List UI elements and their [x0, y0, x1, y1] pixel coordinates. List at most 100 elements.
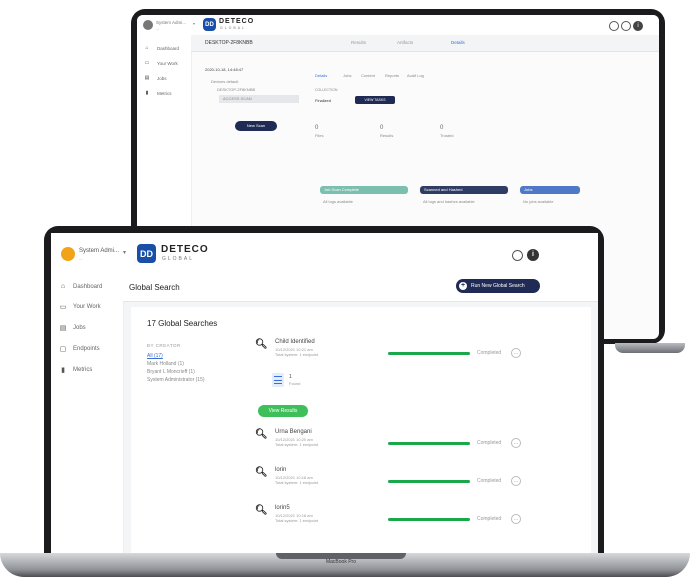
filter-heading: BY CREATOR: [147, 343, 181, 348]
back-sidebar-item-your-work[interactable]: ▭ Your Work: [143, 60, 178, 66]
filter-creator[interactable]: Mark Holland (1): [147, 361, 184, 367]
sidebar-label: Endpoints: [73, 346, 100, 352]
logo-mark: DD: [137, 244, 156, 263]
sidebar-label: Your Work: [157, 60, 178, 66]
logo-text: DETECO: [219, 18, 255, 25]
more-options-button[interactable]: …: [511, 514, 521, 524]
search-icon: 🔍︎: [255, 339, 268, 350]
run-new-global-search-button[interactable]: + Run New Global Search: [456, 279, 540, 293]
progress-bar: [388, 352, 470, 355]
tab-results[interactable]: Results: [351, 40, 366, 45]
filter-creator[interactable]: System Administrator (15): [147, 377, 205, 383]
subtab-jobs[interactable]: Jobs: [343, 73, 351, 78]
search-icon: 🔍︎: [255, 467, 268, 478]
result-summary: Total system: 1 endpoint: [275, 352, 319, 357]
user-name[interactable]: System Admi...: [79, 248, 119, 254]
back-sidebar-item-metrics[interactable]: ▮ Metrics: [143, 90, 172, 96]
tree-item[interactable]: Devices default: [211, 79, 238, 84]
filter-creator[interactable]: Bryant L Moncrieff (1): [147, 369, 195, 375]
sidebar-item-your-work[interactable]: ▭ Your Work: [59, 303, 101, 311]
tab-artifacts[interactable]: Artifacts: [397, 40, 413, 45]
sidebar-label: Metrics: [157, 90, 172, 96]
gear-icon[interactable]: [621, 21, 631, 31]
subtab-reports[interactable]: Reports: [385, 73, 399, 78]
sidebar-item-dashboard[interactable]: ⌂ Dashboard: [59, 283, 102, 290]
front-laptop-screen: System Admi... ... ▾ DD DETECO GLOBAL i …: [51, 233, 598, 555]
briefcase-icon: ▭: [144, 60, 150, 66]
sidebar-label: Metrics: [73, 367, 93, 373]
front-sidebar: ⌂ Dashboard ▭ Your Work ▤ Jobs ▢ Endpoints ▮…: [51, 271, 124, 555]
gear-icon[interactable]: [512, 250, 523, 261]
back-avatar[interactable]: [143, 20, 153, 30]
avatar[interactable]: [61, 247, 75, 261]
more-options-button[interactable]: …: [511, 348, 521, 358]
result-title[interactable]: Urna Bengani: [275, 429, 312, 435]
card-body: All logs available: [323, 199, 353, 204]
result-title[interactable]: lorin: [275, 467, 286, 473]
stat-label: Trusted: [440, 133, 454, 138]
card-header: Scanned and Hashed: [420, 186, 508, 194]
search-icon: 🔍︎: [255, 505, 268, 516]
view-results-button[interactable]: View Results: [258, 405, 308, 417]
info-icon[interactable]: i: [527, 249, 539, 261]
search-icon: 🔍︎: [255, 429, 268, 440]
card-title: Scanned and Hashed: [420, 186, 508, 194]
more-options-button[interactable]: …: [511, 476, 521, 486]
tab-details[interactable]: Details: [451, 40, 465, 45]
card-body: No jobs available: [523, 199, 554, 204]
view-tasks-button[interactable]: VIEW TASKS: [355, 96, 395, 104]
laptop-label: MacBook Pro: [325, 559, 356, 565]
stats-row: 0 Files 0 Results 0 Trusted: [315, 125, 475, 165]
sidebar-label: Dashboard: [73, 283, 103, 290]
card-title: Jobs: [520, 186, 580, 194]
subtab-details[interactable]: Details: [315, 73, 327, 78]
home-icon: ⌂: [60, 283, 66, 290]
tree-item[interactable]: DESKTOP-2F8KNBB: [217, 87, 255, 92]
chart-icon: ▮: [145, 90, 149, 96]
back-user-name[interactable]: System Admi...: [156, 20, 186, 25]
settings-icon[interactable]: [609, 21, 619, 31]
front-header: System Admi... ... ▾ DD DETECO GLOBAL i: [51, 233, 598, 271]
sidebar-label: Dashboard: [157, 45, 180, 51]
sidebar-item-endpoints[interactable]: ▢ Endpoints: [59, 345, 100, 353]
logo-subtext: GLOBAL: [162, 256, 195, 262]
chevron-down-icon[interactable]: ▾: [193, 21, 195, 26]
status-text: Completed: [477, 440, 502, 446]
result-title[interactable]: Child Identified: [275, 339, 315, 345]
list-item[interactable]: 🔍︎ lorin 10/12/2021 10:18 am Total syste…: [255, 465, 575, 491]
list-item[interactable]: 🔍︎ lorin5 10/12/2021 10:16 am Total syst…: [255, 503, 575, 529]
status-text: Completed: [477, 350, 502, 356]
tree-item[interactable]: ACCESS SCAN: [223, 96, 252, 101]
chevron-down-icon[interactable]: ▾: [123, 249, 126, 256]
sidebar-label: Your Work: [73, 304, 101, 310]
subtab-content[interactable]: Content: [361, 73, 375, 78]
stat-value: 0: [315, 125, 319, 131]
filter-all[interactable]: All (17): [147, 353, 163, 359]
info-icon[interactable]: i: [633, 21, 643, 31]
run-button-label: Run New Global Search: [471, 283, 525, 289]
plus-icon: +: [459, 282, 467, 290]
back-sidebar-item-jobs[interactable]: ▤ Jobs: [143, 75, 167, 81]
result-summary: Total system: 1 endpoint: [275, 442, 319, 447]
back-user-role: ...: [156, 26, 160, 31]
subtab-audit-log[interactable]: Audit Log: [407, 73, 424, 78]
new-scan-button[interactable]: New Scan: [235, 121, 277, 131]
list-item[interactable]: 🔍︎ Urna Bengani 10/12/2021 10:20 am Tota…: [255, 427, 575, 453]
card-body: All logs and hashes available: [423, 199, 475, 204]
progress-bar: [388, 480, 470, 483]
collection-label: COLLECTION: [315, 88, 338, 92]
progress-bar: [388, 518, 470, 521]
page-header: Global Search + Run New Global Search: [123, 271, 598, 302]
user-role: ...: [79, 256, 83, 261]
status-text: Completed: [477, 478, 502, 484]
list-item[interactable]: 🔍︎ Child Identified 10/12/2021 10:21 am …: [255, 337, 575, 363]
back-sidebar-item-dashboard[interactable]: ⌂ Dashboard: [143, 45, 179, 51]
result-title[interactable]: lorin5: [275, 505, 290, 511]
stat-value: 0: [440, 125, 444, 131]
found-count: 1: [289, 374, 292, 380]
more-options-button[interactable]: …: [511, 438, 521, 448]
monitor-icon: ▢: [59, 346, 67, 353]
sidebar-item-metrics[interactable]: ▮ Metrics: [59, 366, 92, 374]
stat-label: Results: [380, 133, 394, 138]
sidebar-item-jobs[interactable]: ▤ Jobs: [59, 324, 86, 332]
